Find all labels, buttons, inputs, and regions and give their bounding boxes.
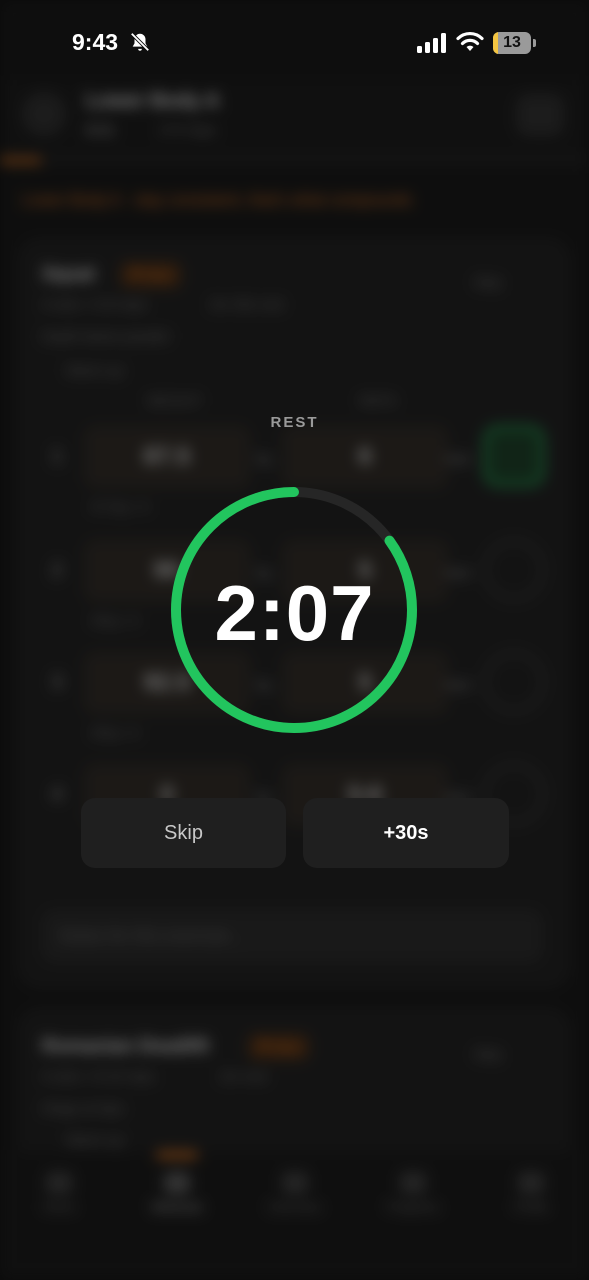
workout-progress-track — [0, 158, 589, 163]
set-complete-checkbox — [484, 652, 544, 712]
workout-progress-fill — [0, 158, 42, 163]
active-tab-indicator — [156, 1152, 198, 1158]
menu-button — [516, 94, 564, 136]
battery-icon: 13 — [493, 32, 537, 54]
signal-icon — [417, 33, 446, 53]
tab-workouts: Workouts — [151, 1200, 203, 1214]
tab-home: Home — [42, 1200, 75, 1214]
skip-exercise-link: Skip — [474, 1046, 502, 1062]
reps-unit: reps — [444, 450, 472, 466]
new-badge: ⚑ New — [120, 262, 182, 288]
tab-bar — [0, 1150, 589, 1280]
rest-timer-countdown: 2:07 — [214, 569, 375, 657]
exercise-rest-detail: 2m rest — [220, 1068, 267, 1084]
reps-field: 6 — [282, 426, 448, 488]
weight-column-header: WEIGHT — [148, 394, 202, 408]
bell-slash-icon — [130, 32, 150, 52]
set-number: 3 — [52, 672, 63, 692]
tab-exercises: Exercises — [268, 1200, 321, 1214]
reps-unit: reps — [444, 676, 472, 692]
battery-nub — [533, 39, 536, 47]
programs-icon — [400, 1172, 426, 1194]
warmup-toggle: Warm-up — [66, 1132, 124, 1148]
exercise-detail: 4 sets × 6-8 reps — [42, 296, 147, 312]
profile-icon — [518, 1172, 544, 1194]
battery-body: 13 — [493, 32, 531, 54]
set-number: 1 — [52, 446, 63, 466]
workout-subtitle: 174 reps — [158, 122, 217, 139]
exercises-icon — [282, 1172, 308, 1194]
set-number: 4 — [52, 784, 63, 804]
workout-title: Lower Body A — [86, 90, 220, 112]
exercise-note: Hinge at hips — [42, 1100, 124, 1116]
new-badge: ⚑ New — [248, 1034, 310, 1060]
tab-programs: Programs — [386, 1200, 439, 1214]
exercise-note: Depth below parallel — [42, 328, 169, 344]
workout-elapsed: 8:01 — [86, 122, 116, 139]
back-button — [22, 92, 66, 136]
weight-unit: kg — [256, 450, 271, 466]
weight-field: 87.5 — [84, 426, 250, 488]
set-complete-checkbox — [484, 426, 544, 486]
warmup-toggle: Warm-up — [66, 362, 124, 378]
exercise-name: Squat — [42, 264, 95, 285]
add-30-seconds-button[interactable]: +30s — [303, 798, 509, 868]
reps-column-header: REPS — [360, 394, 397, 408]
dumbbell-icon — [164, 1172, 190, 1194]
exercise-rest-detail: 2m 30s rest — [210, 296, 284, 312]
exercise-name: Romanian Deadlift — [42, 1036, 209, 1057]
exercise-notes-input: Notes for this exercise... — [42, 910, 542, 962]
set-previous: 87.5kg × 6 — [92, 500, 149, 514]
rest-label: REST — [270, 414, 319, 431]
battery-level: 13 — [503, 34, 521, 51]
home-icon — [46, 1172, 72, 1194]
set-previous: 90kg × 6 — [92, 726, 139, 740]
skip-rest-button[interactable]: Skip — [81, 798, 286, 868]
exercise-detail: 3 sets × 8-10 reps — [42, 1068, 155, 1084]
skip-exercise-link: Skip — [474, 274, 502, 290]
wifi-icon — [456, 31, 484, 51]
workout-hint: Lower Body A · stay consistent, that's w… — [22, 192, 412, 209]
tab-profile: Profile — [513, 1200, 548, 1214]
status-time: 9:43 — [72, 29, 119, 55]
